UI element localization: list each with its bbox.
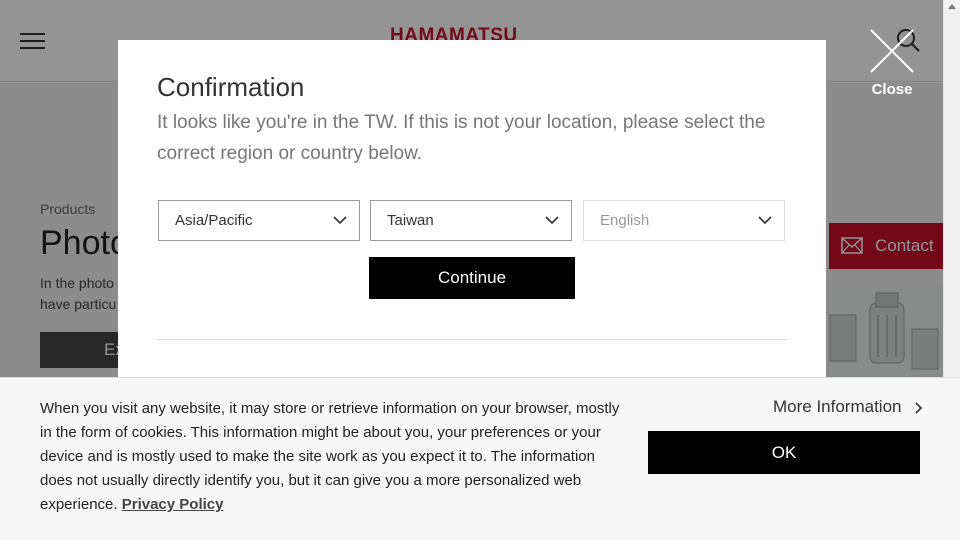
language-select[interactable]: English (583, 200, 785, 241)
location-confirmation-modal: Confirmation It looks like you're in the… (118, 40, 826, 380)
modal-divider (157, 339, 787, 340)
privacy-policy-link[interactable]: Privacy Policy (122, 496, 224, 513)
modal-message: It looks like you're in the TW. If this … (157, 112, 766, 164)
close-button-label[interactable]: Close (866, 81, 918, 98)
country-select[interactable]: Taiwan (370, 200, 572, 241)
chevron-down-icon (333, 216, 347, 225)
chevron-down-icon (545, 216, 559, 225)
chevron-down-icon (758, 216, 772, 225)
cookie-banner: When you visit any website, it may store… (0, 377, 960, 540)
chevron-right-icon (915, 401, 923, 414)
continue-button[interactable]: Continue (369, 257, 575, 299)
country-select-value: Taiwan (387, 212, 434, 229)
ok-button[interactable]: OK (648, 431, 920, 474)
scroll-up-arrow-icon[interactable] (948, 4, 956, 9)
cookie-banner-text: When you visit any website, it may store… (40, 397, 620, 517)
region-select-value: Asia/Pacific (175, 212, 253, 229)
language-select-value: English (600, 212, 650, 229)
region-select[interactable]: Asia/Pacific (158, 200, 360, 241)
close-icon[interactable] (869, 28, 915, 74)
modal-title: Confirmation (157, 72, 305, 102)
more-information-label: More Information (773, 397, 902, 416)
more-information-link[interactable]: More Information (773, 397, 923, 417)
